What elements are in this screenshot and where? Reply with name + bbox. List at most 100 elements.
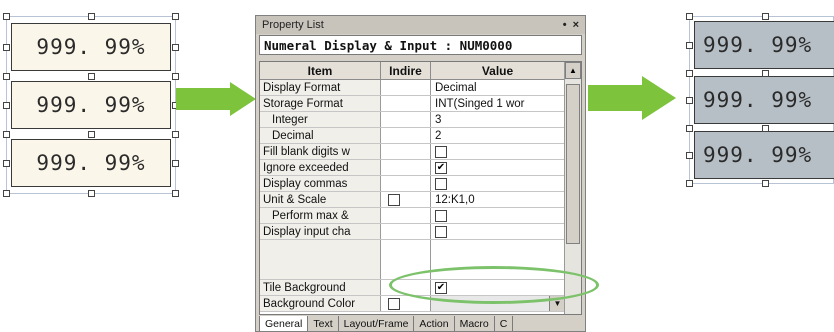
tab-general[interactable]: General bbox=[259, 316, 309, 331]
resize-handle[interactable] bbox=[172, 190, 179, 197]
property-row-ignore-exceeded[interactable]: Ignore exceeded ✔ bbox=[260, 160, 565, 176]
numeral-display-field[interactable]: 999. 99% bbox=[11, 139, 171, 187]
numeral-display-field[interactable]: 999. 99% bbox=[694, 76, 834, 124]
indirect-cell bbox=[381, 128, 431, 143]
property-value[interactable]: 3 bbox=[431, 112, 565, 127]
resize-handle[interactable] bbox=[686, 42, 693, 49]
column-header-indirect[interactable]: Indire bbox=[381, 62, 431, 80]
checkbox[interactable] bbox=[435, 209, 447, 222]
tab-text[interactable]: Text bbox=[307, 316, 339, 331]
indirect-cell bbox=[381, 208, 431, 223]
numeral-display-field[interactable]: 999. 99% bbox=[694, 21, 834, 69]
resize-handle[interactable] bbox=[3, 13, 10, 20]
indirect-checkbox[interactable] bbox=[388, 193, 400, 206]
checkbox[interactable] bbox=[435, 177, 447, 190]
property-label: Fill blank digits w bbox=[260, 144, 381, 159]
property-row-decimal[interactable]: Decimal 2 bbox=[260, 128, 565, 144]
property-value[interactable] bbox=[431, 224, 565, 239]
property-value[interactable]: Decimal bbox=[431, 80, 565, 95]
arrow-right-icon bbox=[588, 76, 676, 120]
tab-overflow[interactable]: C bbox=[493, 316, 514, 331]
property-value[interactable]: 12:K1,0 bbox=[431, 192, 565, 207]
checkbox[interactable] bbox=[435, 225, 447, 238]
property-value[interactable]: 2 bbox=[431, 128, 565, 143]
indirect-cell bbox=[381, 112, 431, 127]
column-header-item[interactable]: Item bbox=[260, 62, 381, 80]
property-label: Display Format bbox=[260, 80, 381, 95]
checkbox[interactable] bbox=[435, 145, 447, 158]
resize-handle[interactable] bbox=[686, 70, 693, 77]
property-row-display-commas[interactable]: Display commas bbox=[260, 176, 565, 192]
checkbox-checked[interactable]: ✔ bbox=[435, 161, 447, 174]
pin-icon[interactable]: • bbox=[563, 19, 567, 31]
property-row-perform-max[interactable]: Perform max & bbox=[260, 208, 565, 224]
property-row-fill-blank-digits[interactable]: Fill blank digits w bbox=[260, 144, 565, 160]
resize-handle[interactable] bbox=[762, 13, 769, 20]
resize-handle[interactable] bbox=[3, 73, 10, 80]
numeral-display-field[interactable]: 999. 99% bbox=[11, 81, 171, 129]
property-label: Perform max & bbox=[260, 208, 381, 223]
property-label: Decimal bbox=[260, 128, 381, 143]
property-row-integer[interactable]: Integer 3 bbox=[260, 112, 565, 128]
property-row-display-input-char[interactable]: Display input cha bbox=[260, 224, 565, 240]
property-value[interactable]: ✔ bbox=[431, 160, 565, 175]
property-value[interactable]: INT(Singed 1 wor bbox=[431, 96, 565, 111]
tab-layout-frame[interactable]: Layout/Frame bbox=[337, 316, 415, 331]
resize-handle[interactable] bbox=[3, 131, 10, 138]
scrollbar-thumb[interactable] bbox=[566, 84, 580, 244]
resize-handle[interactable] bbox=[762, 70, 769, 77]
property-label: Tile Background bbox=[260, 280, 381, 295]
spacer-cell bbox=[260, 240, 381, 279]
tab-macro[interactable]: Macro bbox=[453, 316, 495, 331]
numeral-display-field[interactable]: 999. 99% bbox=[694, 131, 834, 179]
resize-handle[interactable] bbox=[3, 190, 10, 197]
resize-handle[interactable] bbox=[172, 44, 179, 51]
resize-handle[interactable] bbox=[172, 13, 179, 20]
resize-handle[interactable] bbox=[762, 180, 769, 187]
property-value[interactable] bbox=[431, 144, 565, 159]
resize-handle[interactable] bbox=[3, 160, 10, 167]
resize-handle[interactable] bbox=[172, 73, 179, 80]
property-value[interactable] bbox=[431, 208, 565, 223]
indirect-cell bbox=[381, 224, 431, 239]
property-row-unit-scale[interactable]: Unit & Scale 12:K1,0 bbox=[260, 192, 565, 208]
resize-handle[interactable] bbox=[3, 44, 10, 51]
scroll-up-icon[interactable]: ▲ bbox=[565, 62, 581, 79]
indirect-cell bbox=[381, 96, 431, 111]
property-label: Ignore exceeded bbox=[260, 160, 381, 175]
indirect-cell bbox=[381, 192, 431, 207]
tab-action[interactable]: Action bbox=[413, 316, 455, 331]
numeral-display-group-after: 999. 99% 999. 99% 999. 99% bbox=[686, 13, 834, 187]
indirect-cell bbox=[381, 144, 431, 159]
resize-handle[interactable] bbox=[686, 152, 693, 159]
property-label: Storage Format bbox=[260, 96, 381, 111]
resize-handle[interactable] bbox=[762, 125, 769, 132]
resize-handle[interactable] bbox=[3, 102, 10, 109]
indirect-cell bbox=[381, 176, 431, 191]
property-row-storage-format[interactable]: Storage Format INT(Singed 1 wor bbox=[260, 96, 565, 112]
property-label: Display input cha bbox=[260, 224, 381, 239]
resize-handle[interactable] bbox=[686, 180, 693, 187]
resize-handle[interactable] bbox=[88, 73, 95, 80]
property-row-display-format[interactable]: Display Format Decimal bbox=[260, 80, 565, 96]
resize-handle[interactable] bbox=[172, 160, 179, 167]
resize-handle[interactable] bbox=[686, 97, 693, 104]
indirect-checkbox[interactable] bbox=[388, 297, 400, 310]
resize-handle[interactable] bbox=[686, 13, 693, 20]
resize-handle[interactable] bbox=[686, 125, 693, 132]
numeral-display-field[interactable]: 999. 99% bbox=[11, 23, 171, 71]
resize-handle[interactable] bbox=[88, 13, 95, 20]
numeral-display-group-before: 999. 99% 999. 99% 999. 99% bbox=[3, 13, 179, 197]
window-titlebar[interactable]: Property List • × bbox=[256, 16, 585, 34]
property-label: Display commas bbox=[260, 176, 381, 191]
property-label: Unit & Scale bbox=[260, 192, 381, 207]
column-header-value[interactable]: Value bbox=[431, 62, 565, 80]
resize-handle[interactable] bbox=[88, 131, 95, 138]
close-icon[interactable]: × bbox=[573, 19, 579, 31]
property-label: Integer bbox=[260, 112, 381, 127]
property-value[interactable] bbox=[431, 176, 565, 191]
indirect-cell bbox=[381, 80, 431, 95]
tab-bar: General Text Layout/Frame Action Macro C bbox=[259, 316, 514, 331]
resize-handle[interactable] bbox=[88, 190, 95, 197]
resize-handle[interactable] bbox=[172, 131, 179, 138]
